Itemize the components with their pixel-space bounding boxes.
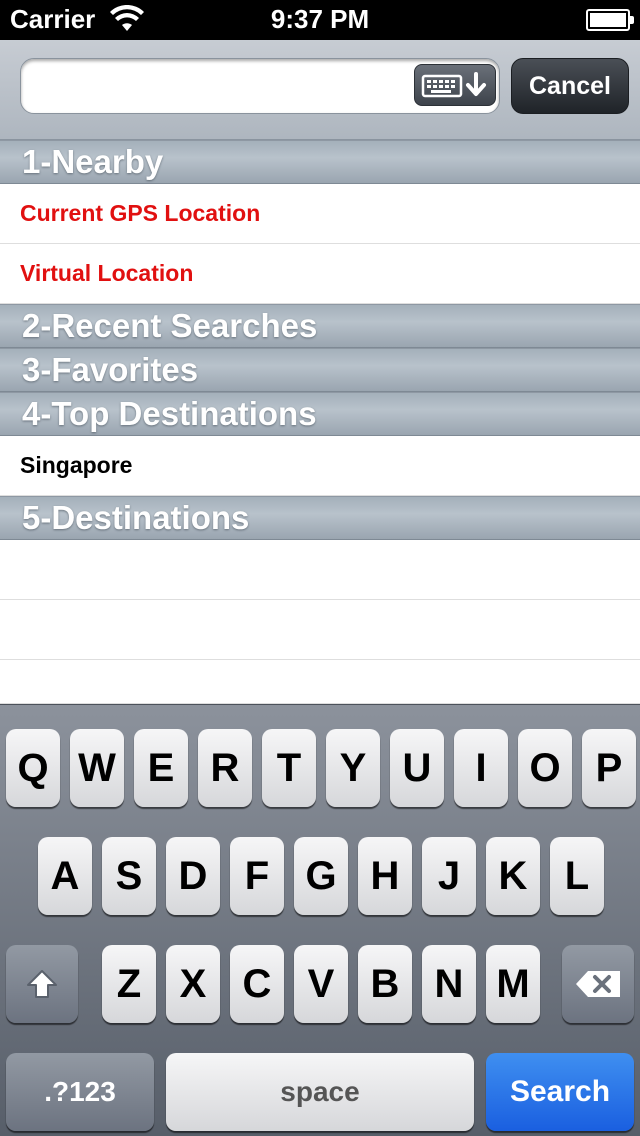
- key-l[interactable]: L: [550, 837, 604, 915]
- backspace-key[interactable]: [562, 945, 634, 1023]
- key-w[interactable]: W: [70, 729, 124, 807]
- empty-row: [0, 660, 640, 704]
- search-key[interactable]: Search: [486, 1053, 634, 1131]
- key-y[interactable]: Y: [326, 729, 380, 807]
- key-z[interactable]: Z: [102, 945, 156, 1023]
- space-key[interactable]: space: [166, 1053, 474, 1131]
- key-d[interactable]: D: [166, 837, 220, 915]
- cancel-button[interactable]: Cancel: [511, 58, 629, 114]
- list-item-virtual-location[interactable]: Virtual Location: [0, 244, 640, 304]
- section-header-top-destinations: 4-Top Destinations: [0, 392, 640, 436]
- backspace-icon: [576, 971, 620, 997]
- key-v[interactable]: V: [294, 945, 348, 1023]
- list-item-singapore[interactable]: Singapore: [0, 436, 640, 496]
- key-a[interactable]: A: [38, 837, 92, 915]
- list-item-current-gps-location[interactable]: Current GPS Location: [0, 184, 640, 244]
- key-c[interactable]: C: [230, 945, 284, 1023]
- clock: 9:37 PM: [270, 4, 370, 34]
- key-o[interactable]: O: [518, 729, 572, 807]
- key-u[interactable]: U: [390, 729, 444, 807]
- key-i[interactable]: I: [454, 729, 508, 807]
- key-h[interactable]: H: [358, 837, 412, 915]
- key-m[interactable]: M: [486, 945, 540, 1023]
- section-header-favorites: 3-Favorites: [0, 348, 640, 392]
- shift-icon: [27, 970, 57, 998]
- key-b[interactable]: B: [358, 945, 412, 1023]
- key-g[interactable]: G: [294, 837, 348, 915]
- key-f[interactable]: F: [230, 837, 284, 915]
- section-header-nearby: 1-Nearby: [0, 140, 640, 184]
- key-e[interactable]: E: [134, 729, 188, 807]
- status-bar: Carrier 9:37 PM: [0, 0, 640, 40]
- key-q[interactable]: Q: [6, 729, 60, 807]
- section-header-destinations: 5-Destinations: [0, 496, 640, 540]
- key-x[interactable]: X: [166, 945, 220, 1023]
- keyboard-dismiss-button[interactable]: [414, 64, 496, 106]
- shift-key[interactable]: [6, 945, 78, 1023]
- numbers-key[interactable]: .?123: [6, 1053, 154, 1131]
- key-k[interactable]: K: [486, 837, 540, 915]
- section-header-recent-searches: 2-Recent Searches: [0, 304, 640, 348]
- search-bar: Cancel: [0, 40, 640, 140]
- keyboard: Q W E R T Y U I O P A S D F G H J K L Z …: [0, 704, 640, 1136]
- key-s[interactable]: S: [102, 837, 156, 915]
- key-j[interactable]: J: [422, 837, 476, 915]
- battery-icon: [586, 9, 634, 31]
- key-n[interactable]: N: [422, 945, 476, 1023]
- keyboard-dismiss-icon: [421, 72, 486, 98]
- key-r[interactable]: R: [198, 729, 252, 807]
- empty-row: [0, 600, 640, 660]
- key-t[interactable]: T: [262, 729, 316, 807]
- key-p[interactable]: P: [582, 729, 636, 807]
- empty-row: [0, 540, 640, 600]
